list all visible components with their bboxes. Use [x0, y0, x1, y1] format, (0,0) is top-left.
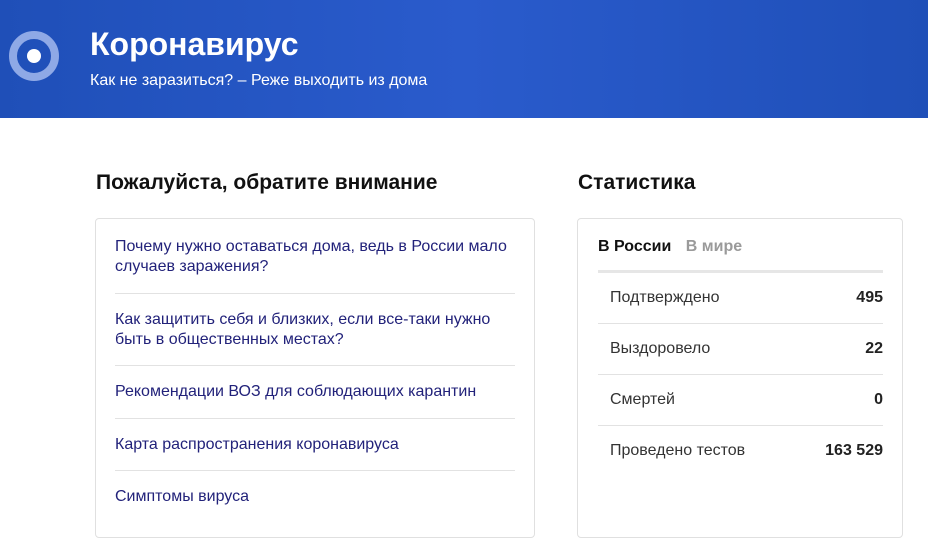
stat-row-confirmed: Подтверждено 495 [598, 273, 883, 323]
statistics-card: В России В мире Подтверждено 495 Выздоро… [577, 218, 903, 538]
tab-russia[interactable]: В России [598, 237, 671, 257]
notice-card: Почему нужно оставаться дома, ведь в Рос… [95, 218, 535, 538]
stat-label: Проведено тестов [610, 442, 746, 459]
page-title[interactable]: Коронавирус [90, 24, 299, 64]
stat-value: 0 [874, 391, 883, 408]
stat-label: Смертей [610, 391, 675, 408]
stat-row-deaths: Смертей 0 [598, 375, 883, 425]
notice-link-protect-yourself[interactable]: Как защитить себя и близких, если все-та… [115, 310, 515, 350]
statistics-heading: Статистика [578, 171, 696, 194]
notice-link-spread-map[interactable]: Карта распространения коронавируса [115, 435, 515, 455]
stat-label: Выздоровело [610, 340, 711, 357]
notice-divider [115, 293, 515, 294]
notice-heading: Пожалуйста, обратите внимание [96, 171, 438, 194]
notice-divider [115, 365, 515, 366]
stat-value: 22 [865, 340, 883, 357]
page-header: Коронавирус Как не заразиться? – Реже вы… [0, 0, 928, 118]
stat-row-recovered: Выздоровело 22 [598, 324, 883, 374]
statistics-tabs: В России В мире [598, 237, 742, 257]
stat-value: 163 529 [825, 442, 883, 459]
stat-label: Подтверждено [610, 289, 720, 306]
notice-link-symptoms[interactable]: Симптомы вируса [115, 487, 515, 507]
tab-world[interactable]: В мире [686, 237, 742, 257]
page-subtitle: Как не заразиться? – Реже выходить из до… [90, 72, 428, 89]
target-circle-icon[interactable] [9, 31, 59, 81]
stat-value: 495 [856, 289, 883, 306]
notice-link-who-recommendations[interactable]: Рекомендации ВОЗ для соблюдающих каранти… [115, 382, 515, 402]
notice-divider [115, 470, 515, 471]
stat-row-tests: Проведено тестов 163 529 [598, 426, 883, 476]
notice-link-stay-home[interactable]: Почему нужно оставаться дома, ведь в Рос… [115, 237, 515, 277]
notice-divider [115, 418, 515, 419]
